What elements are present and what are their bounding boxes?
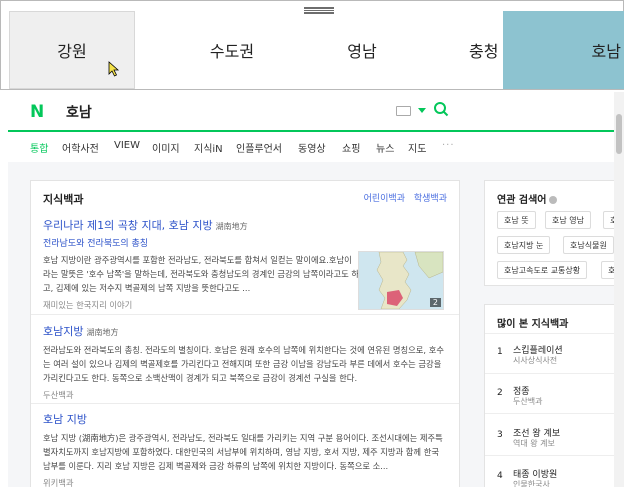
- region-honam[interactable]: 호남: [503, 11, 624, 89]
- entry-title-link[interactable]: 호남 지방: [43, 411, 447, 427]
- entry-source[interactable]: 두산백과: [43, 389, 447, 401]
- entry-hanja: 湖南地方: [215, 222, 248, 231]
- entry-source[interactable]: 재미있는 한국지리 이야기: [43, 299, 359, 311]
- tab-integrated[interactable]: 통합: [30, 140, 48, 155]
- entry-description: 전라남도와 전라북도의 총칭. 전라도의 별칭이다. 호남은 원래 호수의 남쪽…: [43, 345, 444, 383]
- popular-source: 인물한국사: [513, 480, 550, 487]
- search-tabs: 통합 어학사전 VIEW 이미지 지식iN 인플루언서 동영상 쇼핑 뉴스 지도…: [8, 132, 614, 163]
- popular-rank: 3: [497, 430, 503, 440]
- knowledge-links: 어린이백과 학생백과: [358, 191, 447, 204]
- divider: [31, 314, 459, 315]
- divider: [485, 413, 623, 414]
- tab-map[interactable]: 지도: [408, 140, 426, 155]
- entry-hanja: 湖南地方: [86, 328, 119, 337]
- entry-source[interactable]: 위키백과: [43, 477, 447, 487]
- region-selector: 강원 수도권 영남 충청 호남: [0, 0, 624, 90]
- link-student-encyclopedia[interactable]: 학생백과: [414, 194, 447, 204]
- scrollbar-thumb[interactable]: [616, 114, 622, 154]
- tab-more-icon[interactable]: ···: [442, 140, 455, 151]
- popular-source: 시사상식사전: [513, 356, 558, 365]
- tab-images[interactable]: 이미지: [152, 140, 180, 155]
- chevron-down-icon[interactable]: [418, 108, 426, 113]
- popular-knowledge-title: 많이 본 지식백과: [497, 319, 569, 330]
- region-sudogwon[interactable]: 수도권: [157, 11, 307, 89]
- entry-description: 호남 지방이란 광주광역시를 포함한 전라남도, 전라북도를 합쳐서 일컫는 말…: [43, 255, 360, 293]
- link-kids-encyclopedia[interactable]: 어린이백과: [364, 194, 405, 204]
- entry-title-link[interactable]: 호남지방 湖南地方: [43, 323, 447, 339]
- entry-description: 호남 지방 (湖南地方)은 광주광역시, 전라남도, 전라북도 일대를 가리키는…: [43, 433, 443, 471]
- entry-subtitle[interactable]: 전라남도와 전라북도의 총칭: [43, 236, 359, 249]
- knowledge-entry: 호남지방 湖南地方 전라남도와 전라북도의 총칭. 전라도의 별칭이다. 호남은 …: [43, 323, 447, 401]
- search-bar: N 호남: [8, 92, 614, 130]
- popular-rank: 4: [497, 471, 503, 481]
- naver-logo[interactable]: N: [30, 102, 44, 122]
- related-search-chip[interactable]: 호남고속도로 교통상황: [497, 261, 588, 279]
- related-search-chip[interactable]: 호남 영남: [545, 211, 591, 229]
- mouse-cursor-icon: [108, 61, 120, 77]
- popular-source: 두산백과: [513, 397, 543, 406]
- divider: [485, 455, 623, 456]
- tab-video[interactable]: 동영상: [298, 140, 326, 155]
- related-search-chip[interactable]: 호남지방 눈: [497, 236, 551, 254]
- tab-influencer[interactable]: 인플루언서: [236, 140, 282, 155]
- keyboard-icon[interactable]: [396, 106, 411, 116]
- related-search-chip[interactable]: 호남식물원: [563, 236, 614, 254]
- image-count-badge: 2: [429, 298, 441, 307]
- entry-title-text[interactable]: 우리나라 제1의 곡창 지대, 호남 지방: [43, 219, 213, 232]
- popular-knowledge-card: 많이 본 지식백과 1 스킵플레이션 시사상식사전 2 정종 두산백과 3 조선…: [484, 304, 624, 487]
- knowledge-title: 지식백과: [43, 193, 84, 206]
- knowledge-card: 지식백과 어린이백과 학생백과 우리나라 제1의 곡창 지대, 호남 지방 湖南地…: [30, 180, 460, 487]
- entry-title-link[interactable]: 우리나라 제1의 곡창 지대, 호남 지방 湖南地方: [43, 217, 359, 233]
- search-input[interactable]: 호남: [66, 102, 92, 122]
- vertical-scrollbar[interactable]: [614, 92, 624, 487]
- tab-view[interactable]: VIEW: [114, 140, 140, 151]
- info-icon[interactable]: [549, 196, 558, 204]
- divider: [485, 373, 623, 374]
- tab-shopping[interactable]: 쇼핑: [342, 140, 360, 155]
- related-search-chip[interactable]: 호남 뜻: [497, 211, 536, 229]
- related-searches-card: 연관 검색어 호남 뜻 호남 영남 호 호남지방 눈 호남식물원 호남고속도로 …: [484, 180, 624, 286]
- divider: [31, 403, 459, 404]
- popular-source: 역대 왕 계보: [513, 439, 555, 448]
- tab-news[interactable]: 뉴스: [376, 140, 394, 155]
- popular-rank: 1: [497, 347, 503, 357]
- knowledge-entry: 우리나라 제1의 곡창 지대, 호남 지방 湖南地方 전라남도와 전라북도의 총칭…: [43, 217, 359, 311]
- entry-title-text[interactable]: 호남 지방: [43, 413, 87, 426]
- tab-dictionary[interactable]: 어학사전: [62, 140, 99, 155]
- entry-title-text[interactable]: 호남지방: [43, 325, 83, 338]
- related-searches-title: 연관 검색어: [497, 191, 558, 206]
- korea-map-thumbnail[interactable]: 2: [358, 251, 444, 310]
- region-gangwon[interactable]: 강원: [9, 11, 135, 89]
- popular-rank: 2: [497, 388, 503, 398]
- divider: [485, 333, 623, 334]
- search-icon[interactable]: [433, 101, 449, 117]
- tab-kin[interactable]: 지식iN: [194, 140, 223, 155]
- knowledge-entry: 호남 지방 호남 지방 (湖南地方)은 광주광역시, 전라남도, 전라북도 일대…: [43, 411, 447, 487]
- region-yeongnam[interactable]: 영남: [297, 11, 427, 89]
- search-results-page: N 호남 통합 어학사전 VIEW 이미지 지식iN 인플루언서 동영상 쇼핑 …: [8, 92, 624, 487]
